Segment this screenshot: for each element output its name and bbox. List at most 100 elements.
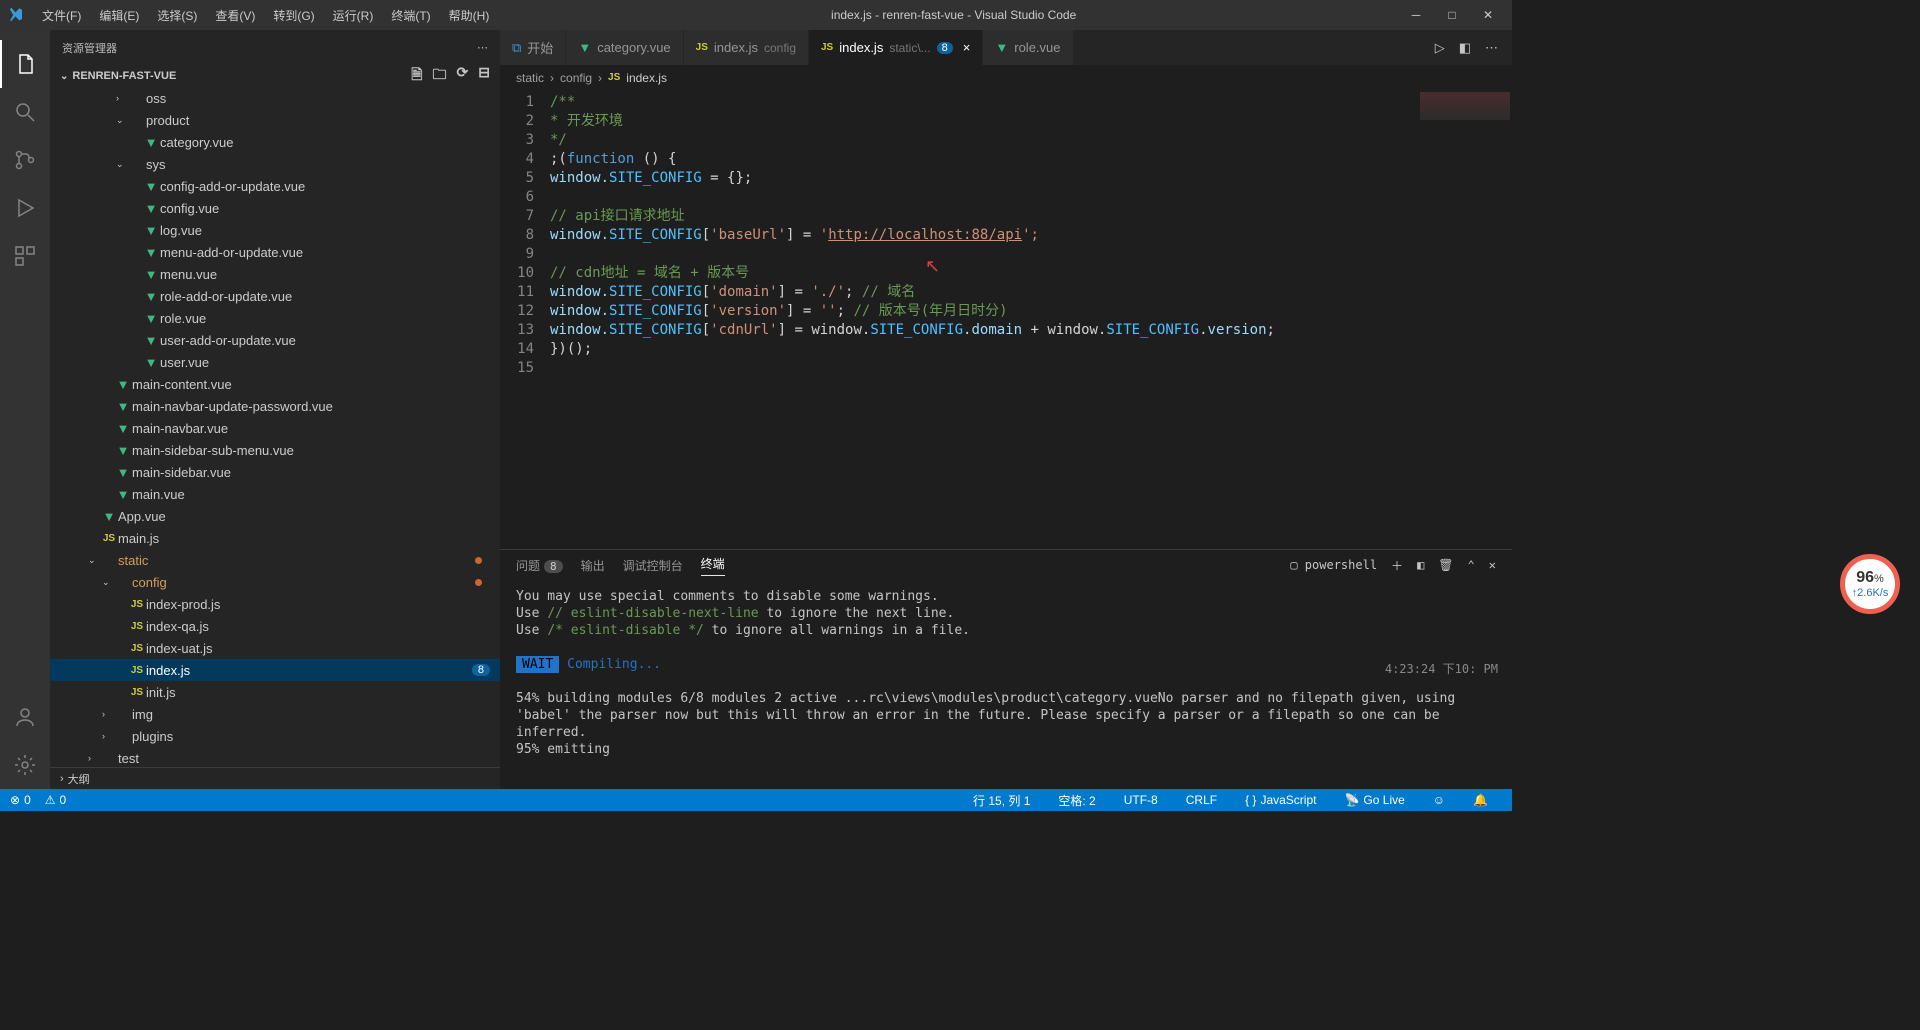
tree-item-sys[interactable]: ⌄sys	[50, 153, 500, 175]
editor-tab-index.js[interactable]: JSindex.js static\... 8 ×	[809, 30, 983, 65]
menu-help[interactable]: 帮助(H)	[441, 5, 498, 26]
tree-item-plugins[interactable]: ›plugins	[50, 725, 500, 747]
tree-item-main-sidebar-sub-menu.vue[interactable]: ▼main-sidebar-sub-menu.vue	[50, 439, 500, 461]
extensions-icon[interactable]	[0, 232, 50, 280]
menu-go[interactable]: 转到(G)	[265, 5, 322, 26]
close-icon[interactable]: ✕	[1482, 8, 1494, 22]
js-icon: JS	[100, 533, 118, 544]
terminal-shell-label[interactable]: ▢ powershell	[1290, 558, 1377, 572]
tree-item-main.vue[interactable]: ▼main.vue	[50, 483, 500, 505]
editor-tab-index.js[interactable]: JSindex.js config	[684, 30, 809, 65]
status-indent[interactable]: 空格: 2	[1058, 792, 1095, 809]
status-warnings[interactable]: ⚠0	[45, 793, 66, 807]
source-control-icon[interactable]	[0, 136, 50, 184]
tree-item-role.vue[interactable]: ▼role.vue	[50, 307, 500, 329]
outline-section[interactable]: › 大纲	[50, 767, 500, 789]
tree-item-product[interactable]: ⌄product	[50, 109, 500, 131]
tree-item-main-navbar.vue[interactable]: ▼main-navbar.vue	[50, 417, 500, 439]
status-eol[interactable]: CRLF	[1186, 792, 1217, 809]
terminal-output[interactable]: You may use special comments to disable …	[500, 580, 1512, 789]
tree-item-log.vue[interactable]: ▼log.vue	[50, 219, 500, 241]
status-errors[interactable]: ⊗0	[10, 793, 31, 807]
tree-item-role-add-or-update.vue[interactable]: ▼role-add-or-update.vue	[50, 285, 500, 307]
tree-item-user.vue[interactable]: ▼user.vue	[50, 351, 500, 373]
code-editor[interactable]: 123456789101112131415 /** * 开发环境 */ ;(fu…	[500, 90, 1512, 549]
menu-run[interactable]: 运行(R)	[325, 5, 382, 26]
tree-item-oss[interactable]: ›oss	[50, 87, 500, 109]
tree-item-menu.vue[interactable]: ▼menu.vue	[50, 263, 500, 285]
explorer-icon[interactable]	[0, 40, 50, 88]
tree-item-init.js[interactable]: JSinit.js	[50, 681, 500, 703]
file-tree[interactable]: ›oss⌄product▼category.vue⌄sys▼config-add…	[50, 87, 500, 767]
new-folder-icon[interactable]: 🗀	[433, 64, 447, 88]
tree-item-label: App.vue	[118, 509, 166, 524]
collapse-icon[interactable]: ⊟	[478, 64, 490, 88]
title-bar: 文件(F) 编辑(E) 选择(S) 查看(V) 转到(G) 运行(R) 终端(T…	[0, 0, 1512, 30]
project-header[interactable]: ⌄ RENREN-FAST-VUE 🗎 🗀 ⟳ ⊟	[50, 65, 500, 87]
tree-item-index-prod.js[interactable]: JSindex-prod.js	[50, 593, 500, 615]
tree-item-config-add-or-update.vue[interactable]: ▼config-add-or-update.vue	[50, 175, 500, 197]
search-icon[interactable]	[0, 88, 50, 136]
tab-more-icon[interactable]: ⋯	[1485, 40, 1498, 56]
split-terminal-icon[interactable]: ◧	[1417, 558, 1424, 572]
tree-item-index.js[interactable]: JSindex.js8	[50, 659, 500, 681]
refresh-icon[interactable]: ⟳	[457, 64, 469, 88]
minimize-icon[interactable]: ─	[1410, 8, 1422, 22]
status-cursor-pos[interactable]: 行 15, 列 1	[973, 792, 1030, 809]
tree-item-App.vue[interactable]: ▼App.vue	[50, 505, 500, 527]
settings-gear-icon[interactable]	[0, 741, 50, 789]
status-language[interactable]: { } JavaScript	[1245, 792, 1316, 809]
tree-item-main.js[interactable]: JSmain.js	[50, 527, 500, 549]
tab-close-icon[interactable]: ×	[963, 40, 971, 55]
tree-item-category.vue[interactable]: ▼category.vue	[50, 131, 500, 153]
menu-edit[interactable]: 编辑(E)	[91, 5, 147, 26]
status-encoding[interactable]: UTF-8	[1124, 792, 1158, 809]
tab-debug-console[interactable]: 调试控制台	[623, 557, 683, 574]
status-bell-icon[interactable]: 🔔	[1473, 792, 1488, 809]
tree-item-index-uat.js[interactable]: JSindex-uat.js	[50, 637, 500, 659]
new-file-icon[interactable]: 🗎	[411, 64, 422, 88]
menu-terminal[interactable]: 终端(T)	[383, 5, 438, 26]
tree-item-config[interactable]: ⌄config	[50, 571, 500, 593]
menu-selection[interactable]: 选择(S)	[149, 5, 205, 26]
vue-icon: ▼	[142, 223, 160, 238]
tree-item-index-qa.js[interactable]: JSindex-qa.js	[50, 615, 500, 637]
editor-tab-role.vue[interactable]: ▼role.vue	[983, 30, 1073, 65]
breadcrumbs[interactable]: static› config› JS index.js	[500, 65, 1512, 90]
more-icon[interactable]: ⋯	[477, 41, 488, 54]
tab-terminal[interactable]: 终端	[701, 555, 725, 576]
tree-item-label: test	[118, 751, 139, 766]
tree-item-menu-add-or-update.vue[interactable]: ▼menu-add-or-update.vue	[50, 241, 500, 263]
run-icon[interactable]: ▷	[1435, 40, 1445, 56]
menu-file[interactable]: 文件(F)	[34, 5, 89, 26]
editor-tab-category.vue[interactable]: ▼category.vue	[566, 30, 683, 65]
close-panel-icon[interactable]: ✕	[1489, 558, 1496, 572]
new-terminal-icon[interactable]: ＋	[1391, 557, 1403, 574]
tree-item-static[interactable]: ⌄static	[50, 549, 500, 571]
run-debug-icon[interactable]	[0, 184, 50, 232]
tree-item-label: menu.vue	[160, 267, 217, 282]
tree-item-img[interactable]: ›img	[50, 703, 500, 725]
tree-item-main-navbar-update-password.vue[interactable]: ▼main-navbar-update-password.vue	[50, 395, 500, 417]
tab-output[interactable]: 输出	[581, 557, 605, 574]
tree-item-label: init.js	[146, 685, 176, 700]
tree-item-main-content.vue[interactable]: ▼main-content.vue	[50, 373, 500, 395]
tree-item-test[interactable]: ›test	[50, 747, 500, 767]
menu-view[interactable]: 查看(V)	[207, 5, 263, 26]
tree-item-user-add-or-update.vue[interactable]: ▼user-add-or-update.vue	[50, 329, 500, 351]
maximize-icon[interactable]: □	[1446, 8, 1458, 22]
status-feedback-icon[interactable]: ☺	[1433, 792, 1445, 809]
split-editor-icon[interactable]: ◧	[1459, 40, 1471, 56]
tree-item-config.vue[interactable]: ▼config.vue	[50, 197, 500, 219]
tree-item-label: main-navbar-update-password.vue	[132, 399, 333, 414]
tab-problems[interactable]: 问题8	[516, 557, 563, 574]
account-icon[interactable]	[0, 693, 50, 741]
minimap[interactable]	[1420, 92, 1510, 120]
editor-tab-开始[interactable]: ⧉开始	[500, 30, 566, 65]
kill-terminal-icon[interactable]: 🗑	[1438, 558, 1453, 572]
tree-item-main-sidebar.vue[interactable]: ▼main-sidebar.vue	[50, 461, 500, 483]
js-icon: JS	[128, 621, 146, 632]
vue-icon: ▼	[142, 179, 160, 194]
status-go-live[interactable]: 📡 Go Live	[1344, 792, 1404, 809]
maximize-panel-icon[interactable]: ⌃	[1468, 558, 1475, 572]
